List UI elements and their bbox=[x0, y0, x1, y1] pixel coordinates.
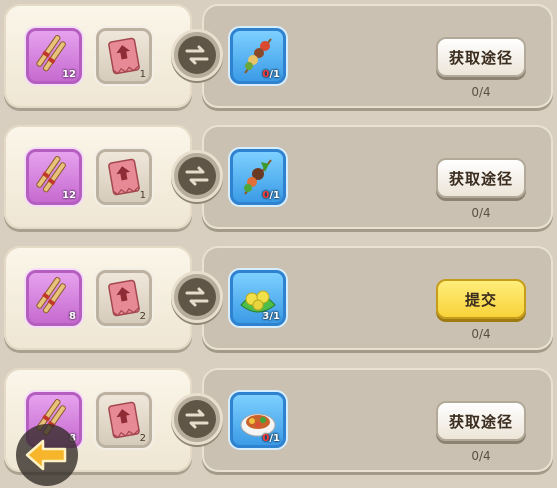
target-need-count: /1 bbox=[269, 190, 280, 201]
material-slot-meat-card[interactable]: 2 bbox=[96, 270, 152, 326]
target-count: 3/1 bbox=[262, 311, 280, 322]
back-button[interactable] bbox=[16, 424, 78, 486]
material-slot-skewers[interactable]: 12 bbox=[26, 28, 82, 84]
acquire-source-button[interactable]: 获取途径 bbox=[436, 37, 526, 77]
exchange-progress: 0/4 bbox=[471, 327, 491, 341]
material-count: 12 bbox=[62, 69, 76, 80]
acquire-source-button[interactable]: 获取途径 bbox=[436, 401, 526, 441]
materials-panel: 8 2 bbox=[4, 246, 192, 350]
swap-arrows-icon bbox=[185, 166, 209, 186]
exchange-circle bbox=[171, 29, 223, 81]
material-count: 2 bbox=[139, 433, 146, 444]
exchange-circle bbox=[171, 150, 223, 202]
exchange-circle bbox=[171, 393, 223, 445]
recipe-row: 12 1 0/1 获取途径 0/4 bbox=[0, 0, 557, 112]
result-panel: 0/1 获取途径 0/4 bbox=[202, 4, 553, 108]
target-item-slot[interactable]: 0/1 bbox=[230, 392, 286, 448]
materials-panel: 12 1 bbox=[4, 125, 192, 229]
exchange-circle bbox=[171, 271, 223, 323]
acquire-source-button[interactable]: 获取途径 bbox=[436, 158, 526, 198]
material-count: 2 bbox=[139, 311, 146, 322]
target-item-slot[interactable]: 3/1 bbox=[230, 270, 286, 326]
result-panel: 0/1 获取途径 0/4 bbox=[202, 125, 553, 229]
target-count: 0/1 bbox=[262, 433, 280, 444]
material-count: 1 bbox=[139, 190, 146, 201]
recipe-row: 8 2 3/1 提交 0/4 bbox=[0, 242, 557, 354]
recipe-row: 12 1 0/1 获取途径 0/4 bbox=[0, 121, 557, 233]
swap-arrows-icon bbox=[185, 45, 209, 65]
target-item-slot[interactable]: 0/1 bbox=[230, 28, 286, 84]
target-count: 0/1 bbox=[262, 190, 280, 201]
material-slot-meat-card[interactable]: 1 bbox=[96, 28, 152, 84]
swap-arrows-icon bbox=[185, 409, 209, 429]
material-slot-skewers[interactable]: 8 bbox=[26, 270, 82, 326]
material-count: 8 bbox=[69, 311, 76, 322]
material-count: 12 bbox=[62, 190, 76, 201]
target-need-count: /1 bbox=[269, 433, 280, 444]
exchange-progress: 0/4 bbox=[471, 206, 491, 220]
result-panel: 3/1 提交 0/4 bbox=[202, 246, 553, 350]
target-count: 0/1 bbox=[262, 69, 280, 80]
submit-button[interactable]: 提交 bbox=[436, 279, 526, 319]
material-slot-skewers[interactable]: 12 bbox=[26, 149, 82, 205]
material-slot-meat-card[interactable]: 2 bbox=[96, 392, 152, 448]
material-slot-meat-card[interactable]: 1 bbox=[96, 149, 152, 205]
target-item-slot[interactable]: 0/1 bbox=[230, 149, 286, 205]
target-need-count: /1 bbox=[269, 69, 280, 80]
exchange-progress: 0/4 bbox=[471, 449, 491, 463]
back-arrow-icon bbox=[25, 439, 67, 471]
recipe-row: 8 2 0/1 获取途径 0/4 bbox=[0, 364, 557, 476]
swap-arrows-icon bbox=[185, 287, 209, 307]
result-panel: 0/1 获取途径 0/4 bbox=[202, 368, 553, 472]
materials-panel: 12 1 bbox=[4, 4, 192, 108]
material-count: 1 bbox=[139, 69, 146, 80]
target-need-count: /1 bbox=[269, 311, 280, 322]
exchange-progress: 0/4 bbox=[471, 85, 491, 99]
